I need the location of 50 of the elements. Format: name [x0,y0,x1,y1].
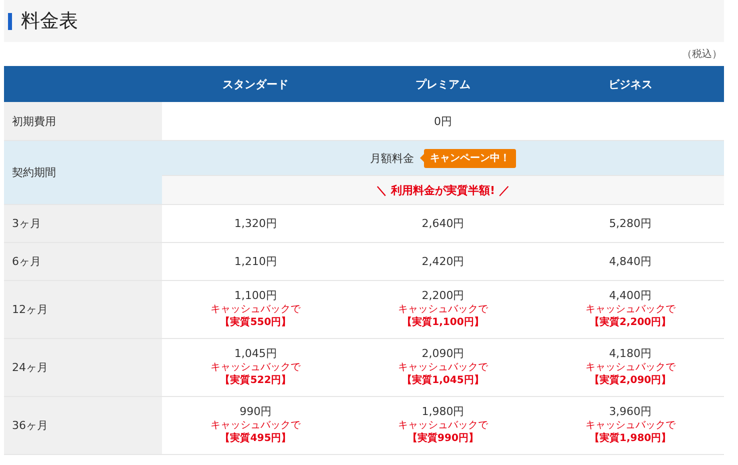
effective-price: 【実質550円】 [220,316,292,330]
row-label: 12ヶ月 [4,281,162,339]
price: 1,210円 [234,254,277,268]
column-header: ビジネス [536,66,724,102]
page-title: 料金表 [21,9,78,34]
row-label: 契約期間 [4,141,162,205]
price: 1,100円 [234,289,277,303]
promo-text: ＼ 利用料金が実質半額! ／ [376,182,510,198]
row-label: 初期費用 [4,102,162,141]
price: 4,180円 [609,347,652,361]
effective-price: 【実質522円】 [220,374,292,388]
cashback-note: キャッシュバックで [585,303,676,316]
price: 1,320円 [234,216,277,230]
campaign-badge: キャンペーン中！ [424,148,516,168]
column-header: プレミアム [349,66,537,102]
price: 990円 [240,405,272,419]
price: 4,840円 [609,254,652,268]
price: 1,980円 [422,405,464,419]
price: 2,200円 [422,289,464,303]
effective-price: 【実質1,045円】 [402,374,484,388]
price: 1,045円 [234,347,277,361]
price: 5,280円 [609,216,652,230]
price: 4,400円 [609,289,652,303]
price: 2,420円 [422,254,464,268]
row-label: 3ヶ月 [4,205,162,243]
cashback-note: キャッシュバックで [210,303,301,316]
price: 2,090円 [422,347,464,361]
monthly-fee-label: 月額料金 [370,150,414,166]
title-accent [8,12,12,30]
tax-note: （税込） [682,49,722,60]
cashback-note: キャッシュバックで [398,303,488,316]
effective-price: 【実質1,100円】 [402,316,484,330]
row-label: 36ヶ月 [4,397,162,455]
cashback-note: キャッシュバックで [210,419,301,432]
price: 2,640円 [422,216,464,230]
cashback-note: キャッシュバックで [398,361,488,374]
column-header: スタンダード [162,66,350,102]
cashback-note: キャッシュバックで [585,419,676,432]
cashback-note: キャッシュバックで [210,361,301,374]
price: 3,960円 [609,405,652,419]
row-label: 24ヶ月 [4,339,162,397]
effective-price: 【実質2,090円】 [590,374,672,388]
effective-price: 【実質990円】 [408,432,478,446]
cashback-note: キャッシュバックで [398,419,488,432]
effective-price: 【実質495円】 [220,432,292,446]
initial-fee: 0円 [434,114,452,128]
effective-price: 【実質1,980円】 [590,432,672,446]
effective-price: 【実質2,200円】 [590,316,672,330]
cashback-note: キャッシュバックで [585,361,676,374]
row-label: 6ヶ月 [4,243,162,281]
